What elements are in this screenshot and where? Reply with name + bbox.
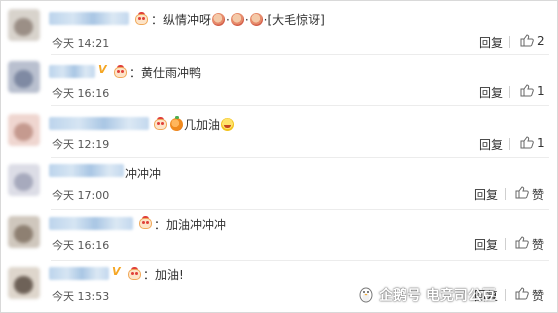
- emoji-icon: [212, 13, 226, 26]
- reply-button[interactable]: 回复: [474, 236, 498, 253]
- comment-text: ：加油冲冲冲: [154, 218, 227, 232]
- avatar[interactable]: [8, 164, 40, 196]
- watermark-text: 企鹅号 电竞司公豆: [379, 288, 496, 304]
- divider: [509, 36, 510, 48]
- avatar[interactable]: [8, 9, 40, 41]
- thumb-up-icon: [520, 84, 534, 97]
- vip-badge: V: [112, 265, 121, 278]
- orange-emoji-icon: [170, 116, 183, 131]
- comment-text: 几加油: [169, 116, 235, 133]
- fan-medal-icon: [134, 12, 149, 25]
- comment-item: V ：黄仕雨冲鸭 今天 16:16 回复 1: [1, 55, 558, 107]
- fan-medal-icon: [127, 267, 142, 280]
- comment-text: 冲冲冲: [125, 167, 162, 181]
- username[interactable]: [49, 117, 149, 130]
- emoji-icon: [249, 13, 263, 26]
- comment-item: ：加油冲冲冲 今天 16:16 回复 赞: [1, 210, 558, 260]
- watermark: 企鹅号 电竞司公豆: [357, 283, 553, 305]
- fan-medal-icon: [113, 65, 128, 78]
- divider: [509, 138, 510, 150]
- reply-button[interactable]: 回复: [479, 136, 503, 153]
- thumb-up-icon: [520, 34, 534, 47]
- avatar[interactable]: [8, 61, 40, 93]
- comment-text: ：加油!: [143, 268, 184, 282]
- reply-button[interactable]: 回复: [474, 186, 498, 203]
- username[interactable]: [49, 12, 129, 25]
- username[interactable]: [49, 267, 109, 280]
- comment-item: 冲冲冲 今天 17:00 回复 赞: [1, 158, 558, 210]
- avatar[interactable]: [8, 114, 40, 146]
- comment-time: 今天 17:00: [52, 189, 110, 202]
- avatar[interactable]: [8, 267, 40, 299]
- divider: [509, 86, 510, 98]
- fan-medal-icon: [138, 216, 153, 229]
- comment-list: ：纵情冲呀 · · ·[大毛惊讶] 今天 14:21 回复 2 V ：黄仕雨冲鸭 今天…: [0, 0, 558, 313]
- thumb-up-icon: [515, 186, 529, 199]
- username[interactable]: [49, 217, 133, 230]
- reply-button[interactable]: 回复: [479, 84, 503, 101]
- divider: [505, 188, 506, 200]
- vip-badge: V: [98, 63, 107, 76]
- comment-text: ：纵情冲呀 · · ·[大毛惊讶]: [151, 13, 325, 27]
- fan-medal-icon: [153, 117, 168, 130]
- divider: [505, 238, 506, 250]
- emoji-icon: [221, 118, 235, 131]
- penguin-icon: [359, 287, 373, 303]
- thumb-up-icon: [520, 136, 534, 149]
- comment-text: ：黄仕雨冲鸭: [129, 66, 202, 80]
- username[interactable]: [49, 65, 95, 78]
- avatar[interactable]: [8, 216, 40, 248]
- comment-time: 今天 16:16: [52, 239, 110, 252]
- comment-time: 今天 14:21: [52, 37, 110, 50]
- comment-time: 今天 13:53: [52, 290, 110, 303]
- comment-item: ：纵情冲呀 · · ·[大毛惊讶] 今天 14:21 回复 2: [1, 1, 558, 51]
- reply-button[interactable]: 回复: [479, 34, 503, 51]
- thumb-up-icon: [515, 236, 529, 249]
- comment-time: 今天 12:19: [52, 138, 110, 151]
- username[interactable]: [49, 164, 124, 177]
- comment-time: 今天 16:16: [52, 87, 110, 100]
- comment-item: 几加油 今天 12:19 回复 1: [1, 106, 558, 156]
- emoji-icon: [230, 13, 244, 26]
